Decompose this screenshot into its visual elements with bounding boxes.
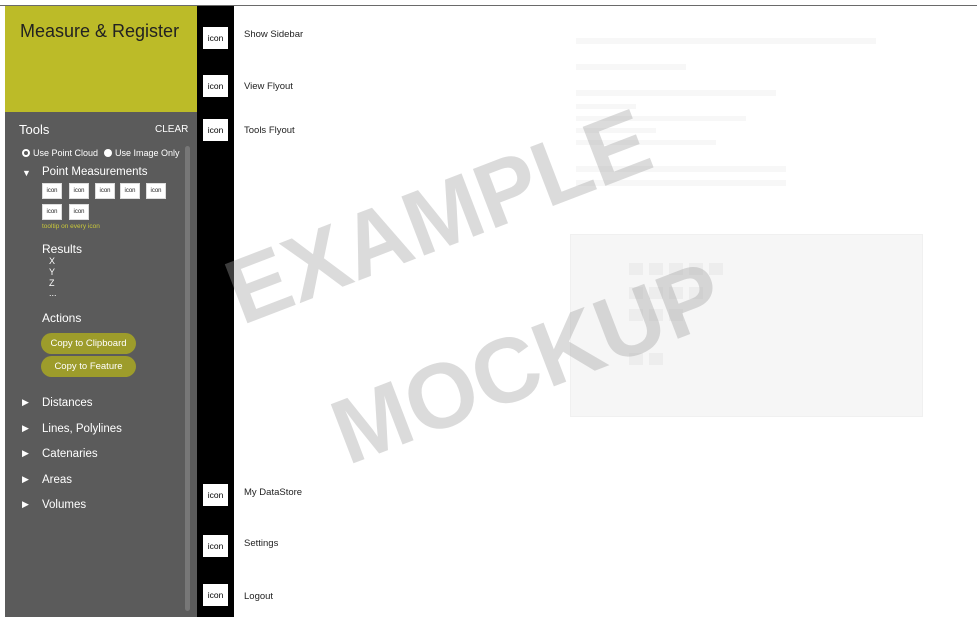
section-catenaries[interactable]: Catenaries <box>42 448 98 460</box>
tools-flyout-icon[interactable]: icon <box>203 119 228 141</box>
result-y: Y <box>49 267 56 277</box>
logout-icon[interactable]: icon <box>203 584 228 606</box>
faded-note-line <box>576 140 716 145</box>
my-datastore-icon[interactable]: icon <box>203 484 228 506</box>
nav-show-sidebar[interactable]: Show Sidebar <box>244 29 303 40</box>
section-areas[interactable]: Areas <box>42 474 72 486</box>
actions-label: Actions <box>42 311 82 325</box>
panel-scrollbar[interactable] <box>185 146 190 611</box>
result-more: ... <box>49 288 57 298</box>
faded-note-line <box>576 104 636 109</box>
faded-note-line <box>576 180 786 186</box>
point-tool-icon-6[interactable]: icon <box>42 204 62 220</box>
point-tool-icon-1[interactable]: icon <box>42 183 62 199</box>
nav-view-flyout[interactable]: View Flyout <box>244 81 293 92</box>
results-label: Results <box>42 242 83 256</box>
point-tool-icon-5[interactable]: icon <box>146 183 166 199</box>
panel-header: Measure & Register <box>5 6 197 112</box>
faded-box <box>669 309 683 321</box>
radio-point-cloud[interactable]: Use Point Cloud <box>22 148 98 158</box>
radio-image-only[interactable]: Use Image Only <box>104 148 180 158</box>
collapsed-triangle-icon[interactable]: ▶ <box>22 499 29 510</box>
collapsed-triangle-icon[interactable]: ▶ <box>22 397 29 408</box>
result-z: Z <box>49 278 55 288</box>
view-flyout-icon[interactable]: icon <box>203 75 228 97</box>
faded-box <box>649 353 663 365</box>
point-tool-icon-4[interactable]: icon <box>120 183 140 199</box>
faded-box <box>649 287 663 299</box>
section-point-measurements[interactable]: Point Measurements <box>42 166 147 178</box>
radio-point-cloud-label: Use Point Cloud <box>33 148 99 158</box>
faded-mockup-panel <box>570 234 923 417</box>
faded-box <box>689 263 703 275</box>
faded-box <box>629 353 643 365</box>
expanded-triangle-icon[interactable]: ▼ <box>22 168 31 178</box>
app-title: Measure & Register <box>20 21 180 41</box>
faded-box <box>629 309 643 321</box>
point-tool-icon-3[interactable]: icon <box>95 183 115 199</box>
faded-box <box>649 263 663 275</box>
point-tool-icon-7[interactable]: icon <box>69 204 89 220</box>
collapsed-triangle-icon[interactable]: ▶ <box>22 423 29 434</box>
section-lines-polylines[interactable]: Lines, Polylines <box>42 423 122 435</box>
show-sidebar-icon[interactable]: icon <box>203 27 228 49</box>
faded-box <box>689 287 703 299</box>
result-x: X <box>49 256 56 266</box>
faded-note-line <box>576 128 656 133</box>
section-volumes[interactable]: Volumes <box>42 499 86 511</box>
radio-unselected-icon <box>104 149 112 157</box>
faded-note-line <box>576 38 876 44</box>
nav-settings[interactable]: Settings <box>244 538 278 549</box>
radio-selected-icon <box>22 149 30 157</box>
faded-note-line <box>576 166 786 172</box>
clear-button[interactable]: CLEAR <box>155 124 188 135</box>
section-distances[interactable]: Distances <box>42 397 93 409</box>
nav-my-datastore[interactable]: My DataStore <box>244 487 302 498</box>
copy-to-feature-button[interactable]: Copy to Feature <box>41 356 136 377</box>
tools-panel: Measure & Register Tools CLEAR Use Point… <box>5 6 197 617</box>
faded-box <box>709 263 723 275</box>
settings-icon[interactable]: icon <box>203 535 228 557</box>
faded-box <box>669 287 683 299</box>
faded-box <box>629 287 643 299</box>
faded-note-line <box>576 64 686 70</box>
collapsed-triangle-icon[interactable]: ▶ <box>22 448 29 459</box>
faded-box <box>649 309 663 321</box>
tools-title: Tools <box>19 122 50 137</box>
nav-strip <box>197 6 234 617</box>
faded-note-line <box>576 116 746 121</box>
point-tool-icon-2[interactable]: icon <box>69 183 89 199</box>
radio-image-only-label: Use Image Only <box>115 148 180 158</box>
nav-tools-flyout[interactable]: Tools Flyout <box>244 125 295 136</box>
faded-box <box>669 263 683 275</box>
faded-box <box>629 263 643 275</box>
nav-logout[interactable]: Logout <box>244 591 273 602</box>
faded-note-line <box>576 90 776 96</box>
copy-to-clipboard-button[interactable]: Copy to Clipboard <box>41 333 136 354</box>
collapsed-triangle-icon[interactable]: ▶ <box>22 474 29 485</box>
tooltip-note: tooltip on every icon <box>42 223 100 230</box>
